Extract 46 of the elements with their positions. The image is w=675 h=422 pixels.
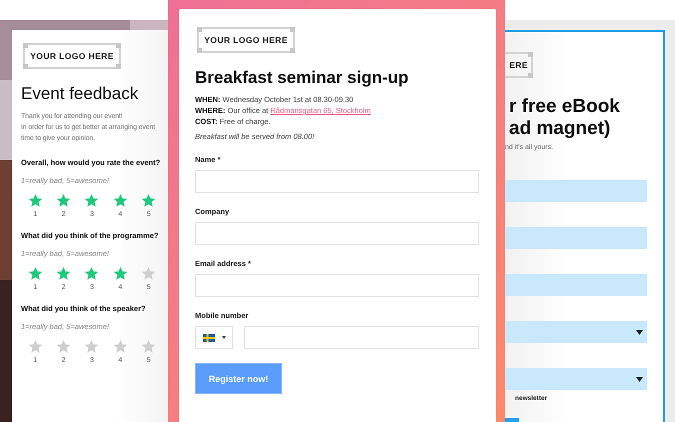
country-select[interactable] <box>195 326 233 349</box>
input-field[interactable] <box>505 227 647 249</box>
resize-handle[interactable] <box>116 64 121 69</box>
form-title: r free eBook ad magnet) <box>509 96 620 140</box>
input-field[interactable] <box>195 222 479 245</box>
logo-text: YOUR LOGO HERE <box>30 51 114 61</box>
input-field[interactable] <box>505 274 647 296</box>
select-field[interactable] <box>505 368 647 390</box>
resize-handle[interactable] <box>528 52 533 57</box>
resize-handle[interactable] <box>290 48 295 53</box>
logo-text: YOUR LOGO HERE <box>204 35 288 45</box>
resize-handle[interactable] <box>197 27 202 32</box>
star-icon[interactable] <box>141 266 156 281</box>
star-icon[interactable] <box>28 266 43 281</box>
input-field[interactable] <box>505 180 647 202</box>
resize-handle[interactable] <box>290 27 295 32</box>
register-button[interactable]: Register now! <box>195 363 282 394</box>
logo-text: ERE <box>509 60 528 70</box>
resize-handle[interactable] <box>23 64 28 69</box>
star-icon[interactable] <box>56 266 72 281</box>
star-icon[interactable] <box>112 339 128 354</box>
star-icon[interactable] <box>56 193 72 208</box>
star-icon[interactable] <box>112 193 128 208</box>
input-field[interactable] <box>195 170 479 193</box>
star-icon[interactable] <box>141 339 156 354</box>
resize-handle[interactable] <box>528 73 533 78</box>
star-icon[interactable] <box>28 339 43 354</box>
star-icon[interactable] <box>84 339 100 354</box>
star-icon[interactable] <box>84 266 100 281</box>
star-icon[interactable] <box>141 193 156 208</box>
caret-icon <box>636 330 643 334</box>
select-field[interactable] <box>505 321 647 343</box>
star-icon[interactable] <box>112 266 128 281</box>
phone-field[interactable] <box>244 326 479 349</box>
resize-handle[interactable] <box>197 48 202 53</box>
star-icon[interactable] <box>84 193 100 208</box>
form-title: Event feedback <box>21 84 140 104</box>
caret-icon <box>636 376 643 382</box>
caret-icon <box>222 336 226 339</box>
resize-handle[interactable] <box>116 43 121 48</box>
form-title: Breakfast seminar sign-up <box>195 68 410 88</box>
resize-handle[interactable] <box>23 43 28 48</box>
input-field[interactable] <box>195 274 479 297</box>
flag-icon <box>202 334 214 342</box>
star-icon[interactable] <box>56 339 72 354</box>
star-icon[interactable] <box>28 193 43 208</box>
